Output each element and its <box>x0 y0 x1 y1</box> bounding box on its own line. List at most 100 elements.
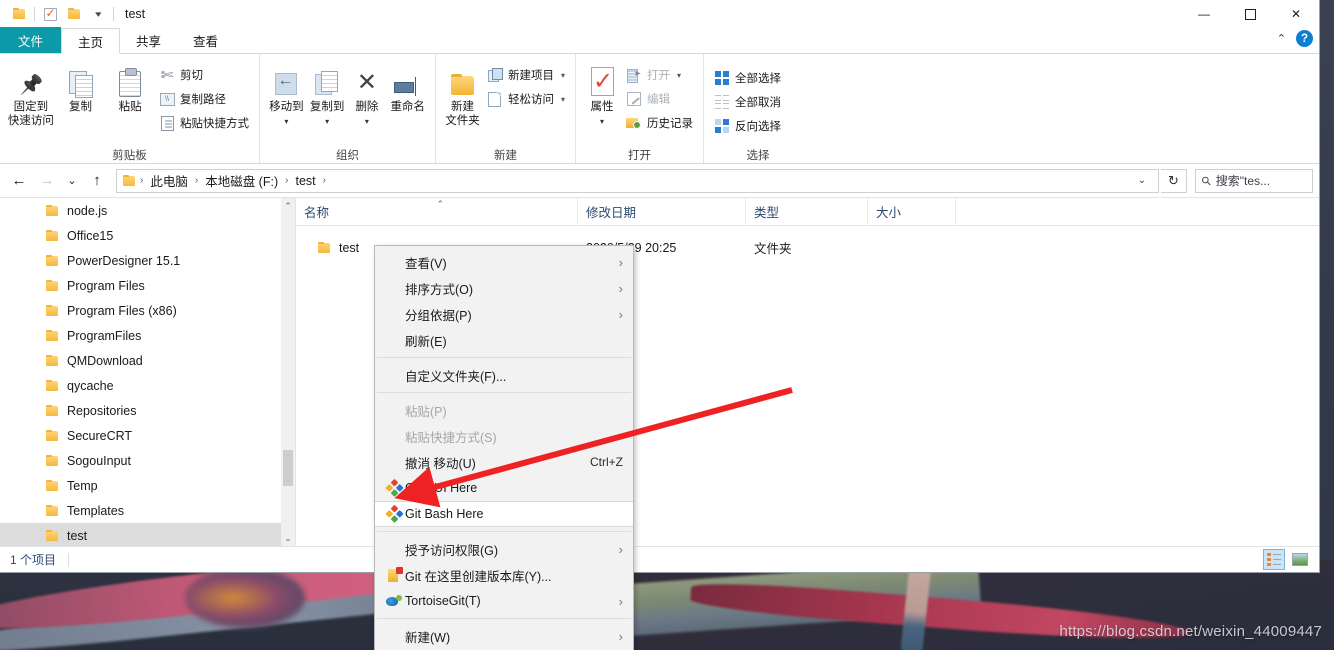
tree-item[interactable]: Repositories <box>0 398 295 423</box>
search-box[interactable]: ⚲ 搜索"tes... <box>1195 168 1313 193</box>
copy-button[interactable]: 复制 <box>56 59 106 114</box>
tree-item[interactable]: SecureCRT <box>0 423 295 448</box>
cut-button[interactable]: 剪切 <box>155 64 253 86</box>
navpane-scrollbar[interactable]: ⌃ ⌄ <box>281 198 295 546</box>
tree-item[interactable]: Templates <box>0 498 295 523</box>
paste-button[interactable]: 粘贴 <box>105 59 155 114</box>
pin-to-quick-access-button[interactable]: 固定到 快速访问 <box>6 59 56 128</box>
help-icon[interactable]: ? <box>1296 30 1313 47</box>
menu-item-icon-slot <box>383 305 405 323</box>
tree-item[interactable]: PowerDesigner 15.1 <box>0 248 295 273</box>
invert-selection-button[interactable]: 反向选择 <box>710 115 785 137</box>
recent-locations-button[interactable]: ⌄ <box>62 168 82 194</box>
tree-item[interactable]: qycache <box>0 373 295 398</box>
column-header-name[interactable]: 名称 ⌃ <box>296 197 578 226</box>
column-header-type[interactable]: 类型 <box>746 197 868 226</box>
breadcrumb-item-test[interactable]: test <box>292 174 318 188</box>
chevron-down-icon[interactable]: ▾ <box>86 2 110 26</box>
maximize-button[interactable] <box>1227 0 1273 28</box>
copy-path-button[interactable]: \\ 复制路径 <box>155 88 253 110</box>
breadcrumb-item-this-pc[interactable]: 此电脑 <box>147 171 191 190</box>
menu-item-label: 排序方式(O) <box>405 282 474 297</box>
breadcrumb[interactable]: › 此电脑 › 本地磁盘 (F:) › test › ⌄ <box>116 168 1159 193</box>
breadcrumb-item-drive-f[interactable]: 本地磁盘 (F:) <box>202 171 281 190</box>
column-label-name: 名称 <box>304 206 330 220</box>
column-header-date[interactable]: 修改日期 <box>578 197 746 226</box>
minimize-button[interactable]: — <box>1181 0 1227 28</box>
menu-item-label: 授予访问权限(G) <box>405 543 499 558</box>
menu-item[interactable]: 排序方式(O) › <box>375 275 633 301</box>
context-menu[interactable]: 查看(V) › 排序方式(O) › 分组依据(P) › 刷新(E) 自定义文件夹(F)... 粘… <box>374 245 634 650</box>
menu-item-highlighted[interactable]: Git Bash Here <box>375 501 633 527</box>
new-item-button[interactable]: 新建项目 ▾ <box>483 64 569 86</box>
edit-button[interactable]: 编辑 <box>622 88 697 110</box>
paste-label: 粘贴 <box>118 101 142 113</box>
menu-item[interactable]: 分组依据(P) › <box>375 301 633 327</box>
paste-shortcut-button[interactable]: 粘贴快捷方式 <box>155 112 253 134</box>
easy-access-button[interactable]: 轻松访问 ▾ <box>483 88 569 110</box>
tree-item[interactable]: Program Files (x86) <box>0 298 295 323</box>
chevron-down-icon[interactable]: ▾ <box>561 95 565 104</box>
menu-item[interactable]: TortoiseGit(T) › <box>375 588 633 614</box>
watermark-text: https://blog.csdn.net/weixin_44009447 <box>1059 623 1322 640</box>
search-input[interactable]: 搜索"tes... <box>1216 172 1270 189</box>
address-dropdown-icon[interactable]: ⌄ <box>1132 175 1152 186</box>
menu-item[interactable]: 查看(V) › <box>375 249 633 275</box>
select-all-button[interactable]: 全部选择 <box>710 67 785 89</box>
folder-icon[interactable] <box>7 2 31 26</box>
collapse-ribbon-icon[interactable]: ⌃ <box>1277 32 1286 45</box>
tree-item[interactable]: node.js <box>0 198 295 223</box>
tree-item[interactable]: Temp <box>0 473 295 498</box>
history-button[interactable]: 历史记录 <box>622 112 697 134</box>
menu-item[interactable]: 自定义文件夹(F)... <box>375 362 633 388</box>
tab-share[interactable]: 共享 <box>120 27 177 53</box>
menu-item[interactable]: Git 在这里创建版本库(Y)... <box>375 562 633 588</box>
rename-button[interactable]: 重命名 <box>386 59 429 114</box>
chevron-down-icon[interactable]: ▾ <box>677 71 681 80</box>
folder-icon <box>46 504 59 517</box>
new-folder-button[interactable]: 新建 文件夹 <box>442 59 483 128</box>
open-label: 打开 <box>647 70 670 82</box>
tree-item[interactable]: Office15 <box>0 223 295 248</box>
tab-home[interactable]: 主页 <box>61 28 121 54</box>
forward-button[interactable]: → <box>34 168 60 194</box>
details-view-button[interactable] <box>1263 549 1285 570</box>
new-folder-label-line2: 文件夹 <box>445 115 480 127</box>
tree-item-selected[interactable]: test <box>0 523 295 546</box>
copy-to-button[interactable]: 复制到 ▾ <box>307 59 348 128</box>
chevron-down-icon[interactable]: ▾ <box>561 71 565 80</box>
menu-item-label: 刷新(E) <box>405 334 447 349</box>
new-folder-icon[interactable] <box>62 2 86 26</box>
tree-item-label: Program Files (x86) <box>67 303 177 318</box>
menu-item[interactable]: 新建(W) › <box>375 623 633 649</box>
menu-item[interactable]: Git GUI Here <box>375 475 633 501</box>
large-icons-view-button[interactable] <box>1289 549 1311 570</box>
git-icon <box>383 478 405 497</box>
close-button[interactable]: ✕ <box>1273 0 1319 28</box>
tree-item-label: SecureCRT <box>67 428 133 443</box>
move-to-button[interactable]: 移动到▾ <box>266 59 307 128</box>
scroll-up-arrow-icon[interactable]: ⌃ <box>281 198 295 214</box>
refresh-button[interactable]: ↻ <box>1161 168 1187 193</box>
properties-label: 属性 <box>590 101 614 113</box>
tree-item[interactable]: SogouInput <box>0 448 295 473</box>
menu-item[interactable]: 刷新(E) <box>375 327 633 353</box>
scroll-down-arrow-icon[interactable]: ⌄ <box>281 530 295 546</box>
column-header-size[interactable]: 大小 <box>868 197 956 226</box>
tab-file[interactable]: 文件 <box>0 27 62 53</box>
scrollbar-thumb[interactable] <box>283 450 293 486</box>
copy-label: 复制 <box>69 101 92 113</box>
properties-button[interactable]: 属性▾ <box>582 59 622 128</box>
menu-item[interactable]: 撤消 移动(U) Ctrl+Z <box>375 449 633 475</box>
properties-checkbox-icon[interactable] <box>38 2 62 26</box>
tree-item[interactable]: ProgramFiles <box>0 323 295 348</box>
menu-item[interactable]: 授予访问权限(G) › <box>375 536 633 562</box>
tab-view[interactable]: 查看 <box>177 27 234 53</box>
select-none-button[interactable]: 全部取消 <box>710 91 785 113</box>
back-button[interactable]: ← <box>6 168 32 194</box>
delete-button[interactable]: 删除▾ <box>348 59 387 128</box>
tree-item[interactable]: QMDownload <box>0 348 295 373</box>
open-button[interactable]: 打开 ▾ <box>622 64 697 86</box>
up-button[interactable]: ↑ <box>84 168 110 194</box>
tree-item[interactable]: Program Files <box>0 273 295 298</box>
